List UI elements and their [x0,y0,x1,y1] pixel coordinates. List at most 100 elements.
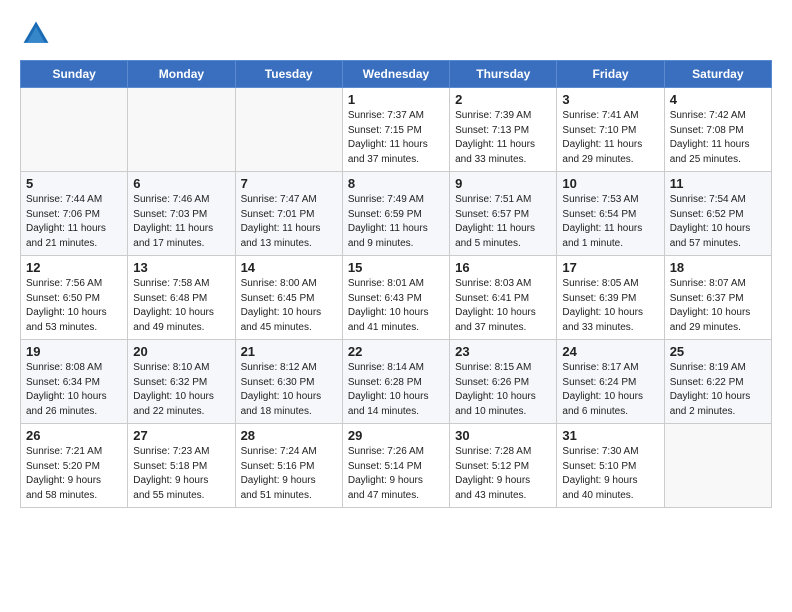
day-info: Sunrise: 7:47 AM Sunset: 7:01 PM Dayligh… [241,193,337,251]
week-row-2: 5 Sunrise: 7:44 AM Sunset: 7:06 PM Daylig… [21,172,772,256]
calendar-table: SundayMondayTuesdayWednesdayThursdayFrid… [20,60,772,508]
day-number: 21 [241,344,337,359]
day-info: Sunrise: 8:12 AM Sunset: 6:30 PM Dayligh… [241,361,337,419]
calendar-cell: 9 Sunrise: 7:51 AM Sunset: 6:57 PM Daylig… [450,172,557,256]
calendar-cell: 4 Sunrise: 7:42 AM Sunset: 7:08 PM Daylig… [664,88,771,172]
header-day-saturday: Saturday [664,61,771,88]
day-info: Sunrise: 8:05 AM Sunset: 6:39 PM Dayligh… [562,277,658,335]
calendar-cell: 5 Sunrise: 7:44 AM Sunset: 7:06 PM Daylig… [21,172,128,256]
logo [20,18,56,50]
calendar-cell: 7 Sunrise: 7:47 AM Sunset: 7:01 PM Daylig… [235,172,342,256]
day-number: 14 [241,260,337,275]
day-number: 16 [455,260,551,275]
calendar-cell: 10 Sunrise: 7:53 AM Sunset: 6:54 PM Dayli… [557,172,664,256]
day-number: 19 [26,344,122,359]
calendar-cell [21,88,128,172]
day-info: Sunrise: 7:30 AM Sunset: 5:10 PM Dayligh… [562,445,658,503]
day-number: 31 [562,428,658,443]
calendar-cell: 24 Sunrise: 8:17 AM Sunset: 6:24 PM Dayli… [557,340,664,424]
calendar-cell [128,88,235,172]
header-row: SundayMondayTuesdayWednesdayThursdayFrid… [21,61,772,88]
calendar-cell: 20 Sunrise: 8:10 AM Sunset: 6:32 PM Dayli… [128,340,235,424]
day-number: 29 [348,428,444,443]
calendar-cell: 31 Sunrise: 7:30 AM Sunset: 5:10 PM Dayli… [557,424,664,508]
calendar-cell [235,88,342,172]
day-info: Sunrise: 8:08 AM Sunset: 6:34 PM Dayligh… [26,361,122,419]
day-number: 24 [562,344,658,359]
day-number: 10 [562,176,658,191]
day-info: Sunrise: 8:10 AM Sunset: 6:32 PM Dayligh… [133,361,229,419]
day-number: 18 [670,260,766,275]
day-info: Sunrise: 7:42 AM Sunset: 7:08 PM Dayligh… [670,109,766,167]
day-number: 30 [455,428,551,443]
calendar-cell: 3Sunrise: 7:41 AM Sunset: 7:10 PM Daylig… [557,88,664,172]
day-number: 8 [348,176,444,191]
calendar-cell: 26 Sunrise: 7:21 AM Sunset: 5:20 PM Dayli… [21,424,128,508]
day-info: Sunrise: 8:14 AM Sunset: 6:28 PM Dayligh… [348,361,444,419]
day-info: Sunrise: 8:17 AM Sunset: 6:24 PM Dayligh… [562,361,658,419]
day-number: 6 [133,176,229,191]
calendar-cell: 15 Sunrise: 8:01 AM Sunset: 6:43 PM Dayli… [342,256,449,340]
header-day-tuesday: Tuesday [235,61,342,88]
day-info: Sunrise: 7:21 AM Sunset: 5:20 PM Dayligh… [26,445,122,503]
day-info: Sunrise: 8:07 AM Sunset: 6:37 PM Dayligh… [670,277,766,335]
day-number: 20 [133,344,229,359]
calendar-cell: 28Sunrise: 7:24 AM Sunset: 5:16 PM Dayli… [235,424,342,508]
day-info: Sunrise: 7:54 AM Sunset: 6:52 PM Dayligh… [670,193,766,251]
day-info: Sunrise: 7:41 AM Sunset: 7:10 PM Dayligh… [562,109,658,167]
day-number: 5 [26,176,122,191]
calendar-cell: 16 Sunrise: 8:03 AM Sunset: 6:41 PM Dayli… [450,256,557,340]
page: SundayMondayTuesdayWednesdayThursdayFrid… [0,0,792,522]
day-info: Sunrise: 7:23 AM Sunset: 5:18 PM Dayligh… [133,445,229,503]
week-row-5: 26 Sunrise: 7:21 AM Sunset: 5:20 PM Dayli… [21,424,772,508]
logo-icon [20,18,52,50]
calendar-cell: 13Sunrise: 7:58 AM Sunset: 6:48 PM Dayli… [128,256,235,340]
day-info: Sunrise: 7:51 AM Sunset: 6:57 PM Dayligh… [455,193,551,251]
day-number: 11 [670,176,766,191]
day-info: Sunrise: 7:53 AM Sunset: 6:54 PM Dayligh… [562,193,658,251]
calendar-cell: 2 Sunrise: 7:39 AM Sunset: 7:13 PM Daylig… [450,88,557,172]
calendar-cell: 27Sunrise: 7:23 AM Sunset: 5:18 PM Dayli… [128,424,235,508]
day-number: 1 [348,92,444,107]
calendar-cell: 8 Sunrise: 7:49 AM Sunset: 6:59 PM Daylig… [342,172,449,256]
calendar-cell: 1 Sunrise: 7:37 AM Sunset: 7:15 PM Daylig… [342,88,449,172]
day-info: Sunrise: 7:37 AM Sunset: 7:15 PM Dayligh… [348,109,444,167]
calendar-cell [664,424,771,508]
day-info: Sunrise: 7:44 AM Sunset: 7:06 PM Dayligh… [26,193,122,251]
calendar-header: SundayMondayTuesdayWednesdayThursdayFrid… [21,61,772,88]
week-row-3: 12 Sunrise: 7:56 AM Sunset: 6:50 PM Dayli… [21,256,772,340]
day-number: 15 [348,260,444,275]
day-info: Sunrise: 8:00 AM Sunset: 6:45 PM Dayligh… [241,277,337,335]
day-number: 2 [455,92,551,107]
header-day-friday: Friday [557,61,664,88]
day-number: 26 [26,428,122,443]
header-day-wednesday: Wednesday [342,61,449,88]
calendar-cell: 6Sunrise: 7:46 AM Sunset: 7:03 PM Daylig… [128,172,235,256]
calendar-cell: 14 Sunrise: 8:00 AM Sunset: 6:45 PM Dayli… [235,256,342,340]
day-info: Sunrise: 7:24 AM Sunset: 5:16 PM Dayligh… [241,445,337,503]
calendar-body: 1 Sunrise: 7:37 AM Sunset: 7:15 PM Daylig… [21,88,772,508]
day-number: 4 [670,92,766,107]
day-info: Sunrise: 8:03 AM Sunset: 6:41 PM Dayligh… [455,277,551,335]
calendar-cell: 12 Sunrise: 7:56 AM Sunset: 6:50 PM Dayli… [21,256,128,340]
calendar-cell: 19 Sunrise: 8:08 AM Sunset: 6:34 PM Dayli… [21,340,128,424]
day-info: Sunrise: 7:49 AM Sunset: 6:59 PM Dayligh… [348,193,444,251]
header [20,18,772,50]
calendar-cell: 11 Sunrise: 7:54 AM Sunset: 6:52 PM Dayli… [664,172,771,256]
day-info: Sunrise: 8:15 AM Sunset: 6:26 PM Dayligh… [455,361,551,419]
day-number: 7 [241,176,337,191]
day-number: 9 [455,176,551,191]
header-day-sunday: Sunday [21,61,128,88]
day-info: Sunrise: 7:26 AM Sunset: 5:14 PM Dayligh… [348,445,444,503]
day-info: Sunrise: 7:56 AM Sunset: 6:50 PM Dayligh… [26,277,122,335]
day-info: Sunrise: 7:28 AM Sunset: 5:12 PM Dayligh… [455,445,551,503]
day-info: Sunrise: 8:01 AM Sunset: 6:43 PM Dayligh… [348,277,444,335]
calendar-cell: 21 Sunrise: 8:12 AM Sunset: 6:30 PM Dayli… [235,340,342,424]
header-day-monday: Monday [128,61,235,88]
day-number: 25 [670,344,766,359]
day-info: Sunrise: 7:39 AM Sunset: 7:13 PM Dayligh… [455,109,551,167]
calendar-cell: 29 Sunrise: 7:26 AM Sunset: 5:14 PM Dayli… [342,424,449,508]
week-row-4: 19 Sunrise: 8:08 AM Sunset: 6:34 PM Dayli… [21,340,772,424]
day-number: 12 [26,260,122,275]
calendar-cell: 22Sunrise: 8:14 AM Sunset: 6:28 PM Dayli… [342,340,449,424]
